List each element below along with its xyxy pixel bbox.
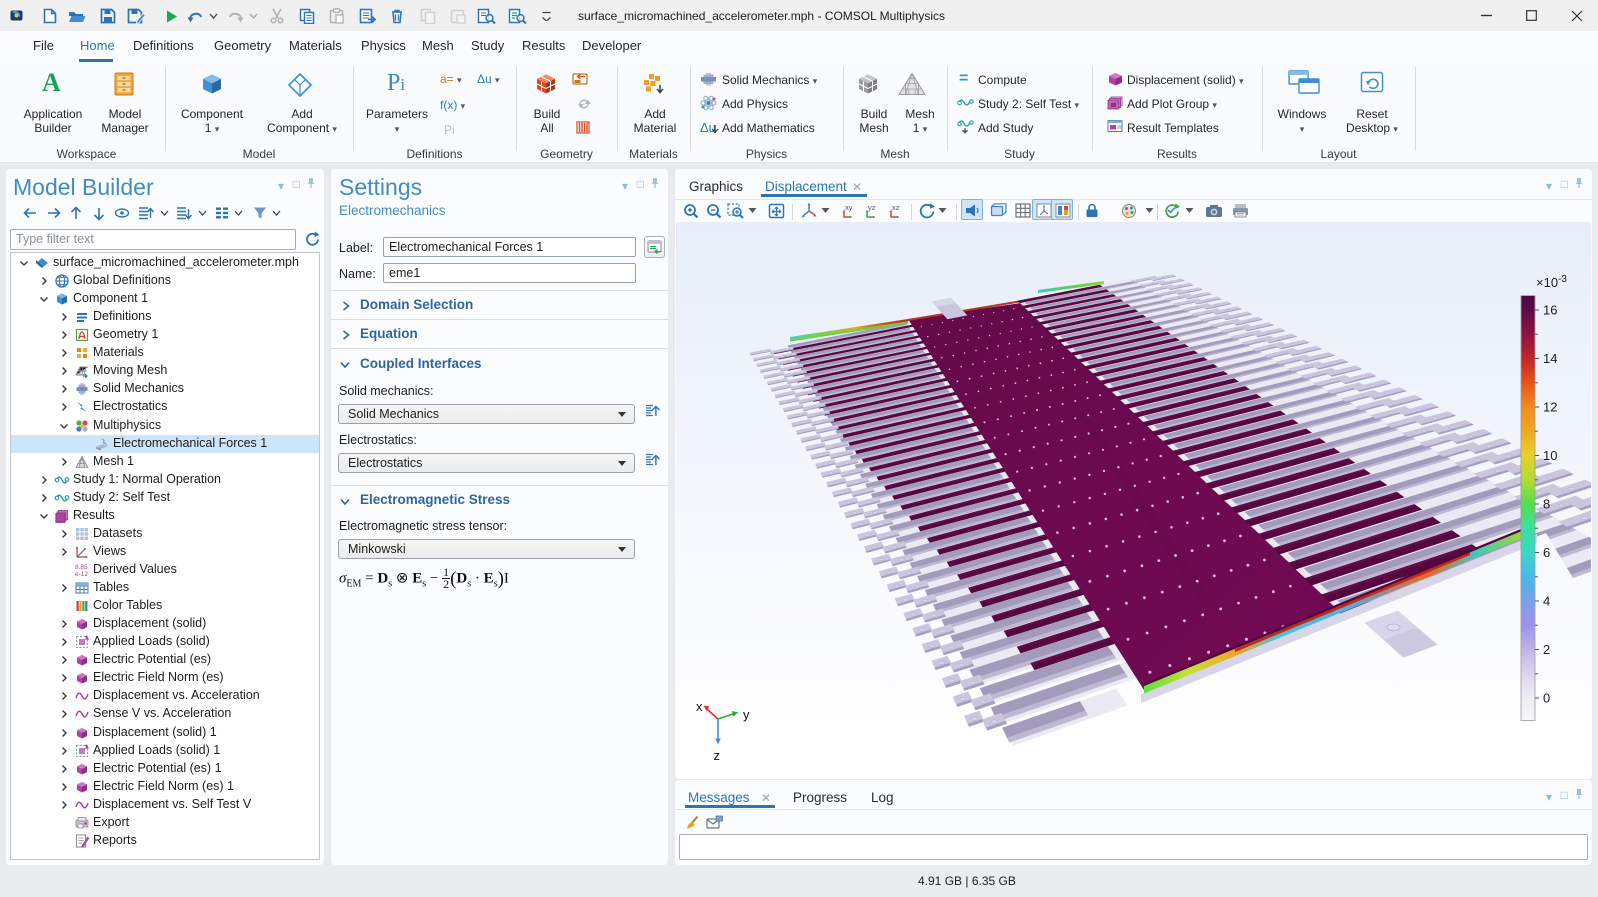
svg-text:yz: yz	[868, 203, 876, 212]
svg-text:y: y	[743, 707, 750, 722]
svg-text:xy: xy	[845, 203, 853, 212]
svg-text:z: z	[714, 748, 721, 763]
svg-text:4: 4	[1543, 594, 1550, 609]
svg-text:0: 0	[1543, 691, 1550, 706]
svg-text:12: 12	[1543, 400, 1557, 415]
svg-text:2: 2	[1543, 642, 1550, 657]
svg-text:6: 6	[1543, 545, 1550, 560]
svg-text:8.85: 8.85	[75, 564, 88, 571]
svg-text:10: 10	[1543, 448, 1557, 463]
svg-text:8: 8	[1543, 497, 1550, 512]
svg-text:xz: xz	[892, 203, 900, 212]
svg-text:x: x	[696, 699, 703, 714]
svg-text:14: 14	[1543, 351, 1557, 366]
svg-text:e-12: e-12	[75, 571, 88, 578]
svg-text:16: 16	[1543, 303, 1557, 318]
